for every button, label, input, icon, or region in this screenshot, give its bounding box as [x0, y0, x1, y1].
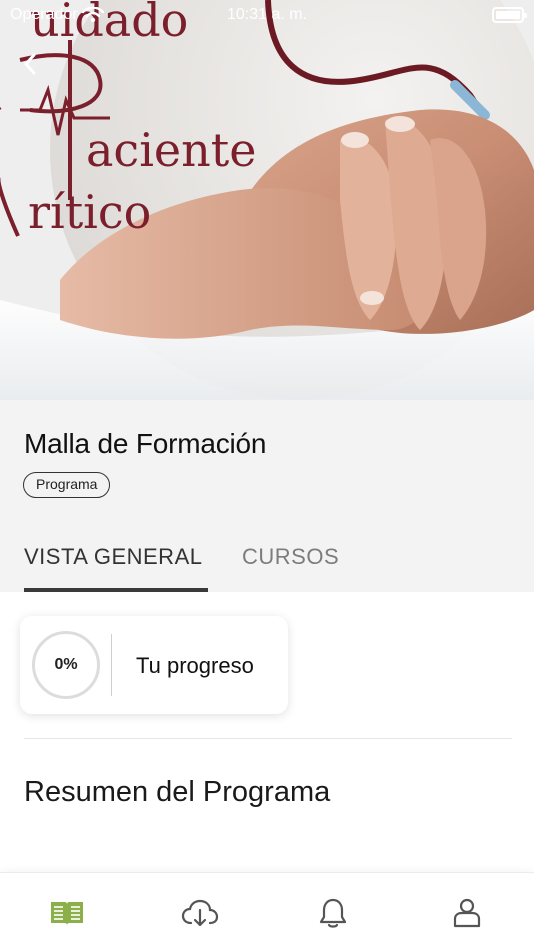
program-header: Malla de Formación Programa VISTA GENERA…: [0, 400, 534, 592]
summary-title: Resumen del Programa: [24, 776, 331, 808]
progress-divider: [111, 634, 112, 696]
page-title: Malla de Formación: [24, 428, 267, 459]
nav-item-profile[interactable]: [445, 893, 489, 933]
nav-item-library[interactable]: [45, 893, 89, 933]
nav-item-downloads[interactable]: [178, 893, 222, 933]
hero-image: uidado aciente rítico Operador 10:31 a. …: [0, 0, 534, 400]
chevron-left-icon: [24, 53, 36, 75]
bell-icon: [319, 898, 347, 928]
bottom-nav: [0, 872, 534, 950]
status-time: 10:31 a. m.: [226, 6, 308, 23]
cover-text-3: rítico: [28, 185, 151, 239]
book-icon: [51, 902, 83, 925]
tab-bar: VISTA GENERAL CURSOS: [0, 538, 534, 592]
cover-text-2: aciente: [86, 123, 256, 177]
status-bar: Operador 10:31 a. m.: [0, 0, 534, 30]
program-type-badge: Programa: [23, 472, 111, 498]
battery-icon: [492, 7, 527, 23]
active-tab-indicator: [24, 588, 208, 592]
section-divider: [24, 738, 512, 739]
progress-ring: 0%: [32, 631, 100, 699]
back-button[interactable]: [12, 46, 48, 82]
tab-overview[interactable]: VISTA GENERAL: [24, 544, 202, 570]
progress-card: 0% Tu progreso: [20, 616, 288, 714]
course-cover-image: uidado aciente rítico: [0, 0, 534, 400]
progress-value: 0%: [54, 656, 78, 673]
nav-item-notifications[interactable]: [311, 893, 355, 933]
user-icon: [453, 898, 481, 928]
tab-courses[interactable]: CURSOS: [242, 544, 339, 570]
cloud-download-icon: [181, 899, 219, 927]
progress-label: Tu progreso: [136, 653, 254, 678]
